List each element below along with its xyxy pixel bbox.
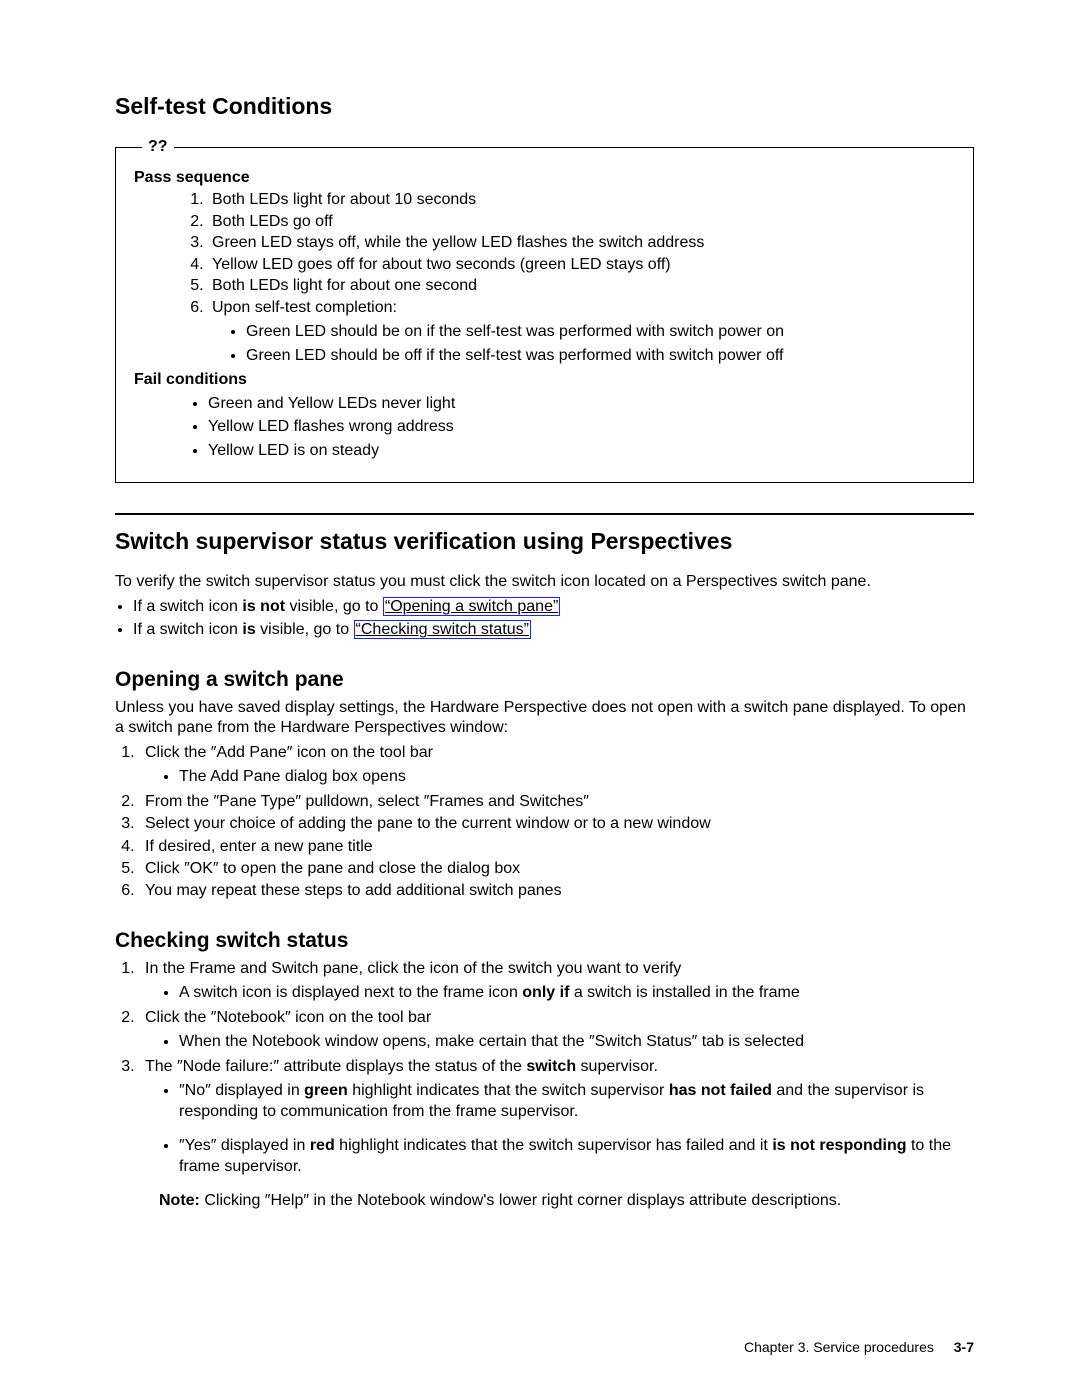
text: supervisor. (576, 1058, 658, 1075)
text-bold: is not responding (772, 1137, 906, 1154)
verify-intro: To verify the switch supervisor status y… (115, 572, 974, 592)
footer-chapter: Chapter 3. Service procedures (744, 1339, 934, 1355)
list-item: Yellow LED goes off for about two second… (208, 255, 955, 275)
list-item: Green LED should be off if the self-test… (246, 346, 955, 366)
list-item-text: Click the ″Add Pane″ icon on the tool ba… (145, 744, 433, 761)
text-bold: has not failed (669, 1082, 772, 1099)
checking-s1-sub: A switch icon is displayed next to the f… (145, 983, 974, 1003)
text: highlight indicates that the switch supe… (348, 1082, 669, 1099)
list-item-text: Upon self-test completion: (212, 299, 397, 316)
fail-conditions-label: Fail conditions (134, 370, 955, 390)
heading-selftest: Self-test Conditions (115, 92, 974, 121)
note: Note: Clicking ″Help″ in the Notebook wi… (159, 1191, 974, 1211)
heading-checking: Checking switch status (115, 928, 974, 955)
opening-step1-sub: The Add Pane dialog box opens (145, 767, 974, 787)
pass-sequence-label: Pass sequence (134, 168, 955, 188)
list-item-text: In the Frame and Switch pane, click the … (145, 960, 681, 977)
pass-sub-list: Green LED should be on if the self-test … (212, 322, 955, 366)
text-bold: green (304, 1082, 348, 1099)
list-item: If a switch icon is visible, go to “Chec… (133, 620, 974, 640)
heading-verify: Switch supervisor status verification us… (115, 513, 974, 556)
list-item: Yellow LED is on steady (208, 441, 955, 461)
list-item: A switch icon is displayed next to the f… (179, 983, 974, 1003)
list-item: Click the ″Notebook″ icon on the tool ba… (139, 1008, 974, 1053)
list-item: In the Frame and Switch pane, click the … (139, 959, 974, 1004)
list-item: If a switch icon is not visible, go to “… (133, 597, 974, 617)
list-item: Yellow LED flashes wrong address (208, 417, 955, 437)
list-item: ″Yes″ displayed in red highlight indicat… (179, 1136, 974, 1177)
text-bold: is (242, 621, 255, 638)
document-page: Self-test Conditions ?? Pass sequence Bo… (0, 0, 1080, 1397)
text-bold: is not (242, 598, 285, 615)
text: ″Yes″ displayed in (179, 1137, 310, 1154)
note-text: Clicking ″Help″ in the Notebook window's… (200, 1192, 841, 1209)
selftest-legend: ?? (142, 137, 174, 157)
text-bold: red (310, 1137, 335, 1154)
pass-sequence-list: Both LEDs light for about 10 seconds Bot… (134, 190, 955, 366)
list-item: When the Notebook window opens, make cer… (179, 1032, 974, 1052)
list-item: Green LED should be on if the self-test … (246, 322, 955, 342)
selftest-box: ?? Pass sequence Both LEDs light for abo… (115, 137, 974, 483)
text: a switch is installed in the frame (569, 984, 799, 1001)
list-item: From the ″Pane Type″ pulldown, select ″F… (139, 792, 974, 812)
checking-s2-sub: When the Notebook window opens, make cer… (145, 1032, 974, 1052)
text: visible, go to (285, 598, 383, 615)
list-item: Both LEDs go off (208, 212, 955, 232)
list-item: Green LED stays off, while the yellow LE… (208, 233, 955, 253)
list-item-text: Click the ″Notebook″ icon on the tool ba… (145, 1009, 431, 1026)
list-item: Select your choice of adding the pane to… (139, 814, 974, 834)
text: A switch icon is displayed next to the f… (179, 984, 522, 1001)
list-item: Click the ″Add Pane″ icon on the tool ba… (139, 743, 974, 788)
list-item: The Add Pane dialog box opens (179, 767, 974, 787)
list-item: Both LEDs light for about one second (208, 276, 955, 296)
list-item: Both LEDs light for about 10 seconds (208, 190, 955, 210)
opening-intro: Unless you have saved display settings, … (115, 698, 974, 739)
text: The ″Node failure:″ attribute displays t… (145, 1058, 526, 1075)
text: If a switch icon (133, 598, 242, 615)
list-item: The ″Node failure:″ attribute displays t… (139, 1057, 974, 1212)
list-item: You may repeat these steps to add additi… (139, 881, 974, 901)
text: ″No″ displayed in (179, 1082, 304, 1099)
list-item: Green and Yellow LEDs never light (208, 394, 955, 414)
page-footer: Chapter 3. Service procedures 3-7 (744, 1339, 974, 1357)
link-opening-switch-pane[interactable]: “Opening a switch pane” (383, 597, 560, 616)
link-checking-switch-status[interactable]: “Checking switch status” (354, 620, 531, 639)
checking-s3-sub: ″No″ displayed in green highlight indica… (145, 1081, 974, 1177)
text: If a switch icon (133, 621, 242, 638)
list-item: Upon self-test completion: Green LED sho… (208, 298, 955, 366)
text: visible, go to (256, 621, 354, 638)
heading-opening: Opening a switch pane (115, 667, 974, 694)
text-bold: only if (522, 984, 569, 1001)
list-item: If desired, enter a new pane title (139, 837, 974, 857)
list-item: ″No″ displayed in green highlight indica… (179, 1081, 974, 1122)
text: highlight indicates that the switch supe… (335, 1137, 773, 1154)
text-bold: switch (526, 1058, 576, 1075)
footer-page-number: 3-7 (954, 1339, 974, 1355)
note-label: Note: (159, 1192, 200, 1209)
fail-conditions-list: Green and Yellow LEDs never light Yellow… (134, 394, 955, 461)
opening-steps: Click the ″Add Pane″ icon on the tool ba… (115, 743, 974, 902)
verify-list: If a switch icon is not visible, go to “… (115, 597, 974, 641)
list-item: Click ″OK″ to open the pane and close th… (139, 859, 974, 879)
checking-steps: In the Frame and Switch pane, click the … (115, 959, 974, 1212)
